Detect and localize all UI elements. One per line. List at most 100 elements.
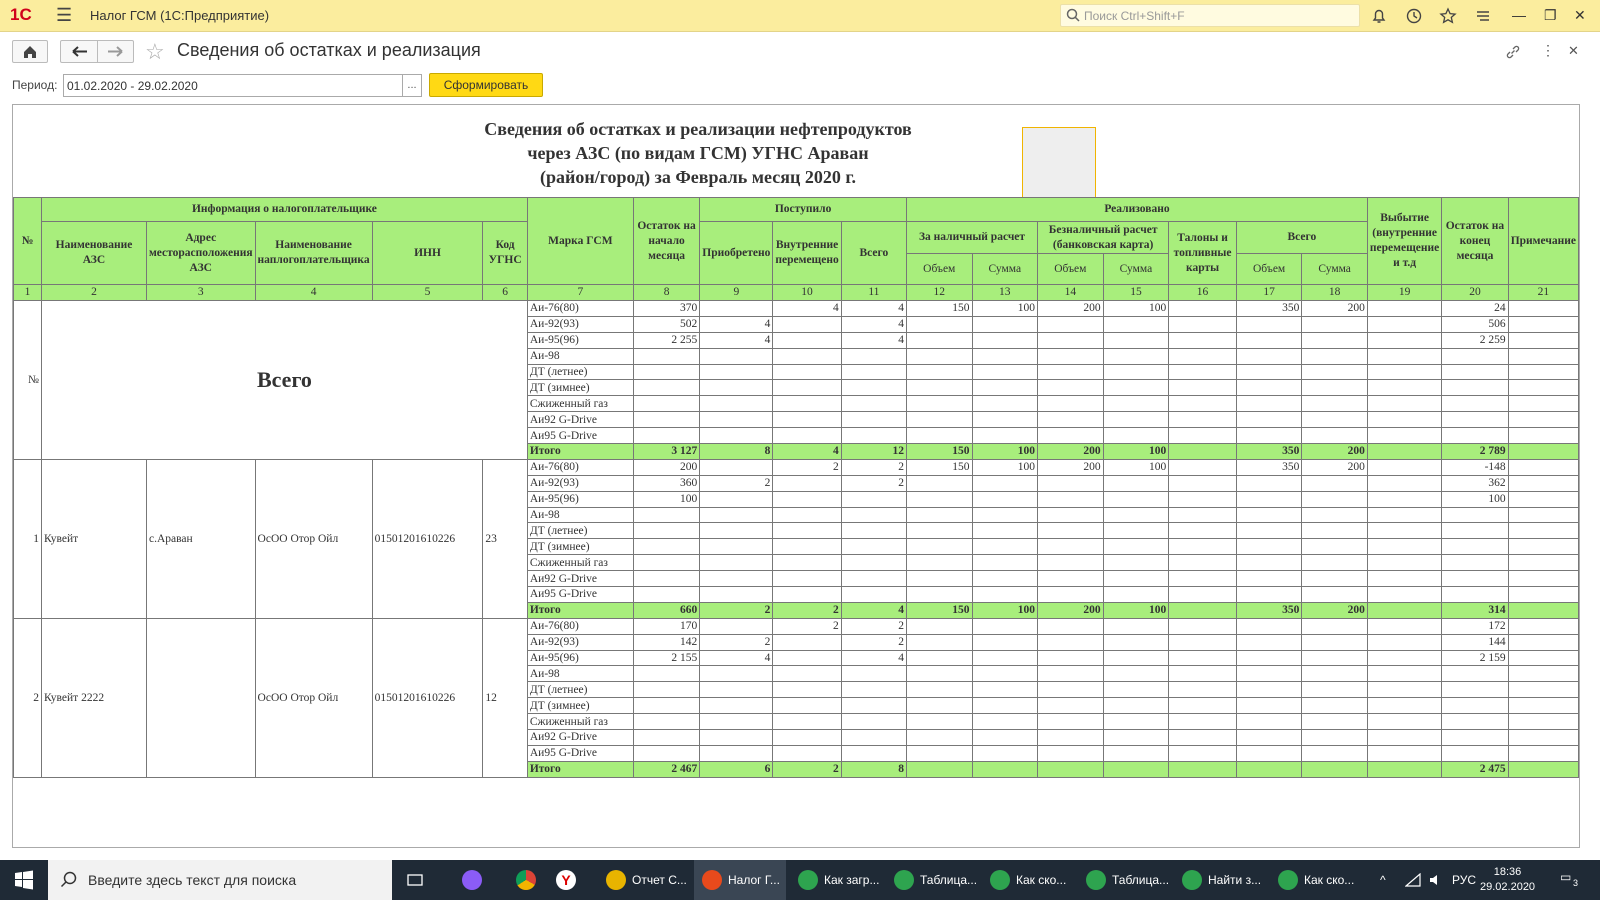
value-cell[interactable] [1301, 522, 1368, 540]
value-cell[interactable] [840, 427, 907, 445]
value-cell[interactable] [1507, 490, 1579, 508]
value-cell[interactable] [1168, 300, 1237, 317]
selected-cell-stamp[interactable] [1022, 127, 1096, 199]
value-cell[interactable] [1366, 617, 1443, 635]
azs-name-cell[interactable]: Кувейт [41, 458, 147, 619]
value-cell[interactable] [1507, 506, 1579, 524]
value-cell[interactable] [905, 474, 973, 492]
value-cell[interactable] [1301, 665, 1368, 683]
value-cell[interactable] [1366, 331, 1443, 349]
value-cell[interactable]: 2 [772, 760, 842, 778]
value-cell[interactable] [772, 681, 842, 699]
value-cell[interactable] [1301, 729, 1368, 746]
value-cell[interactable] [1507, 697, 1579, 715]
value-cell[interactable] [1507, 570, 1579, 588]
value-cell[interactable] [1168, 713, 1237, 731]
language-indicator[interactable]: РУС [1452, 873, 1476, 887]
value-cell[interactable] [699, 538, 774, 556]
value-cell[interactable] [1102, 617, 1170, 635]
value-cell[interactable] [699, 617, 774, 635]
value-cell[interactable] [840, 681, 907, 699]
network-icon[interactable] [1405, 873, 1421, 887]
value-cell[interactable] [1366, 538, 1443, 556]
value-cell[interactable] [1235, 522, 1303, 540]
value-cell[interactable] [840, 363, 907, 381]
value-cell[interactable] [1235, 347, 1303, 365]
value-cell[interactable] [1301, 760, 1368, 778]
value-cell[interactable] [699, 586, 774, 603]
value-cell[interactable] [1441, 363, 1509, 381]
value-cell[interactable]: 3 127 [632, 443, 701, 460]
value-cell[interactable] [1301, 506, 1368, 524]
value-cell[interactable] [1366, 697, 1443, 715]
value-cell[interactable] [699, 744, 774, 762]
value-cell[interactable] [905, 617, 973, 635]
value-cell[interactable] [632, 554, 701, 572]
value-cell[interactable] [1441, 506, 1509, 524]
value-cell[interactable] [1102, 474, 1170, 492]
grade-cell[interactable]: Итого [526, 601, 634, 619]
value-cell[interactable] [1301, 697, 1368, 715]
value-cell[interactable] [632, 586, 701, 603]
value-cell[interactable] [1507, 522, 1579, 540]
value-cell[interactable] [1037, 649, 1104, 667]
value-cell[interactable] [1102, 729, 1170, 746]
close-form-icon[interactable]: ✕ [1568, 43, 1579, 59]
value-cell[interactable] [1366, 315, 1443, 333]
grade-cell[interactable]: Аи95 G-Drive [526, 586, 634, 603]
value-cell[interactable] [632, 395, 701, 413]
value-cell[interactable] [1441, 729, 1509, 746]
value-cell[interactable] [1507, 427, 1579, 445]
favorites-star-icon[interactable] [1439, 7, 1457, 25]
grade-cell[interactable]: Сжиженный газ [526, 395, 634, 413]
value-cell[interactable]: 100 [971, 300, 1039, 317]
value-cell[interactable]: 12 [840, 443, 907, 460]
value-cell[interactable] [971, 379, 1039, 397]
value-cell[interactable]: 200 [1037, 300, 1104, 317]
task-view-icon[interactable] [406, 871, 424, 889]
value-cell[interactable] [632, 379, 701, 397]
value-cell[interactable] [1235, 554, 1303, 572]
grade-cell[interactable]: Аи-92(93) [526, 474, 634, 492]
value-cell[interactable] [905, 713, 973, 731]
value-cell[interactable] [905, 760, 973, 778]
value-cell[interactable]: 2 259 [1441, 331, 1509, 349]
value-cell[interactable] [1235, 427, 1303, 445]
value-cell[interactable] [1102, 347, 1170, 365]
value-cell[interactable] [1441, 379, 1509, 397]
value-cell[interactable] [1168, 458, 1237, 476]
value-cell[interactable] [1366, 506, 1443, 524]
value-cell[interactable] [1037, 363, 1104, 381]
value-cell[interactable]: 2 159 [1441, 649, 1509, 667]
value-cell[interactable] [1507, 395, 1579, 413]
value-cell[interactable] [772, 570, 842, 588]
value-cell[interactable] [632, 570, 701, 588]
app-logo[interactable]: 1С [10, 5, 32, 25]
value-cell[interactable] [971, 729, 1039, 746]
value-cell[interactable] [1102, 554, 1170, 572]
value-cell[interactable] [905, 697, 973, 715]
value-cell[interactable] [971, 586, 1039, 603]
value-cell[interactable] [1441, 411, 1509, 429]
value-cell[interactable] [1301, 347, 1368, 365]
value-cell[interactable] [1168, 315, 1237, 333]
value-cell[interactable] [971, 363, 1039, 381]
value-cell[interactable] [772, 586, 842, 603]
value-cell[interactable] [1507, 458, 1579, 476]
value-cell[interactable] [699, 697, 774, 715]
value-cell[interactable] [1037, 315, 1104, 333]
value-cell[interactable]: 200 [1301, 443, 1368, 460]
value-cell[interactable] [1507, 601, 1579, 619]
grade-cell[interactable]: Аи95 G-Drive [526, 427, 634, 445]
value-cell[interactable] [971, 570, 1039, 588]
value-cell[interactable] [1168, 427, 1237, 445]
value-cell[interactable] [1507, 744, 1579, 762]
value-cell[interactable] [1168, 411, 1237, 429]
value-cell[interactable]: 150 [905, 300, 973, 317]
value-cell[interactable] [772, 649, 842, 667]
value-cell[interactable] [699, 300, 774, 317]
value-cell[interactable] [1301, 395, 1368, 413]
value-cell[interactable] [1168, 586, 1237, 603]
value-cell[interactable] [1102, 427, 1170, 445]
value-cell[interactable] [1301, 681, 1368, 699]
